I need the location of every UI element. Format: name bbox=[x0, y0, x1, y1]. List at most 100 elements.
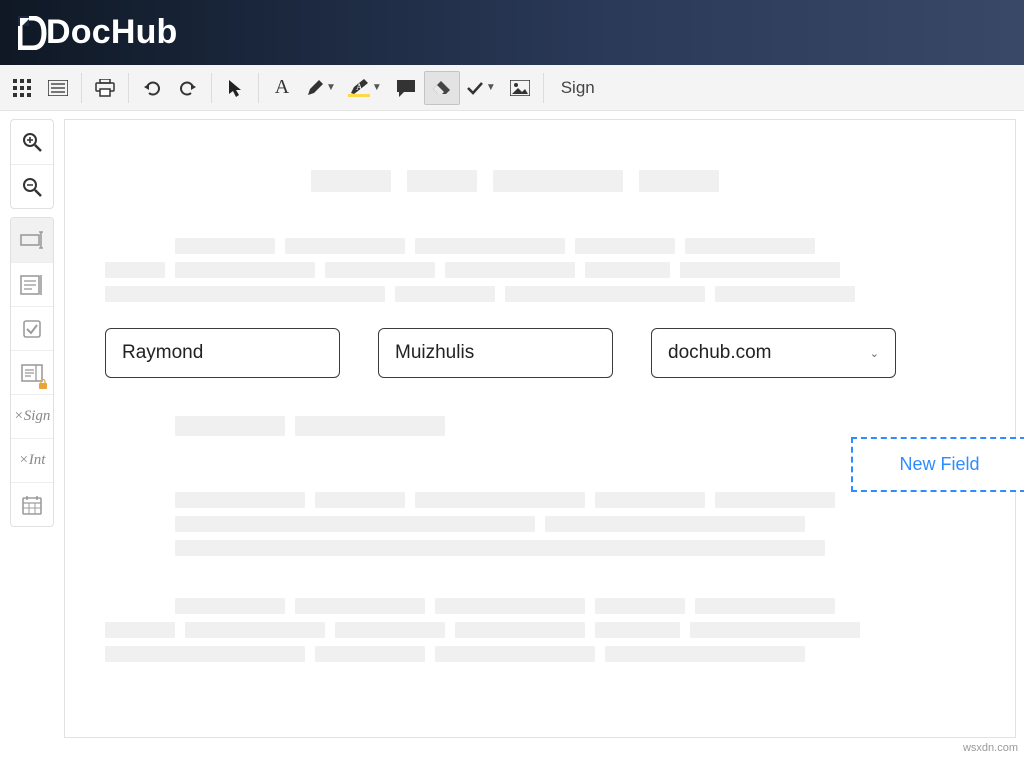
placeholder-text bbox=[715, 286, 855, 302]
sign-label: Sign bbox=[561, 78, 595, 98]
placeholder-text bbox=[175, 492, 305, 508]
checkbox-field-button[interactable] bbox=[11, 306, 53, 350]
draw-tool-button[interactable]: ▼ bbox=[300, 71, 342, 105]
highlight-tool-button[interactable]: A ▼ bbox=[342, 71, 388, 105]
first-name-field[interactable]: Raymond bbox=[105, 328, 340, 378]
print-button[interactable] bbox=[87, 71, 123, 105]
zoom-group bbox=[10, 119, 54, 209]
zoom-out-icon bbox=[22, 177, 42, 197]
chevron-down-icon: ⌄ bbox=[870, 347, 879, 360]
chevron-down-icon: ▼ bbox=[372, 82, 382, 93]
undo-button[interactable] bbox=[134, 71, 170, 105]
cursor-icon bbox=[227, 79, 243, 97]
placeholder-text bbox=[585, 262, 670, 278]
left-sidebar: ×Sign ×Int bbox=[0, 111, 64, 738]
placeholder-text bbox=[639, 170, 719, 192]
placeholder-text bbox=[175, 598, 285, 614]
calendar-icon bbox=[22, 495, 42, 515]
paragraph-placeholder bbox=[105, 492, 925, 508]
watermark: wsxdn.com bbox=[963, 742, 1018, 754]
placeholder-text bbox=[295, 416, 445, 436]
app-header: DocHub bbox=[0, 0, 1024, 65]
zoom-in-button[interactable] bbox=[11, 120, 53, 164]
placeholder-text bbox=[505, 286, 705, 302]
placeholder-text bbox=[493, 170, 623, 192]
app-logo: DocHub bbox=[18, 13, 178, 52]
title-row bbox=[105, 170, 925, 192]
signature-icon: ×Sign bbox=[14, 408, 51, 425]
pencil-icon bbox=[306, 79, 324, 97]
placeholder-text bbox=[595, 598, 685, 614]
new-field-label: New Field bbox=[899, 454, 979, 475]
initials-icon: ×Int bbox=[19, 452, 46, 469]
print-icon bbox=[95, 79, 115, 97]
image-tool-button[interactable] bbox=[502, 71, 538, 105]
chevron-down-icon: ▼ bbox=[486, 82, 496, 93]
placeholder-text bbox=[105, 262, 165, 278]
last-name-field[interactable]: Muizhulis bbox=[378, 328, 613, 378]
grid-icon bbox=[13, 79, 31, 97]
fields-group: ×Sign ×Int bbox=[10, 217, 54, 527]
placeholder-text bbox=[445, 262, 575, 278]
separator bbox=[81, 73, 82, 103]
paragraph-field-icon bbox=[20, 275, 44, 295]
zoom-in-icon bbox=[22, 132, 42, 152]
logo-text: DocHub bbox=[46, 13, 178, 52]
placeholder-text bbox=[311, 170, 391, 192]
placeholder-text bbox=[175, 516, 535, 532]
chevron-down-icon: ▼ bbox=[326, 82, 336, 93]
text-field-button[interactable] bbox=[11, 218, 53, 262]
redo-button[interactable] bbox=[170, 71, 206, 105]
placeholder-text bbox=[415, 492, 585, 508]
placeholder-text bbox=[285, 238, 405, 254]
lock-icon bbox=[38, 379, 48, 389]
signature-field-button[interactable]: ×Sign bbox=[11, 394, 53, 438]
placeholder-text bbox=[315, 646, 425, 662]
placeholder-text bbox=[335, 622, 445, 638]
paragraph-placeholder bbox=[105, 238, 925, 254]
placeholder-text bbox=[175, 262, 315, 278]
text-tool-button[interactable]: A bbox=[264, 71, 300, 105]
eraser-icon bbox=[432, 80, 452, 96]
apps-grid-button[interactable] bbox=[4, 71, 40, 105]
document-page[interactable]: Raymond Muizhulis dochub.com ⌄ bbox=[64, 119, 1016, 738]
checkbox-icon bbox=[23, 320, 41, 338]
paragraph-placeholder bbox=[105, 416, 925, 436]
placeholder-text bbox=[105, 286, 385, 302]
separator bbox=[211, 73, 212, 103]
paragraph-placeholder bbox=[105, 622, 925, 662]
placeholder-text bbox=[395, 286, 495, 302]
placeholder-text bbox=[295, 598, 425, 614]
sign-button[interactable]: Sign bbox=[549, 71, 607, 105]
placeholder-text bbox=[415, 238, 565, 254]
placeholder-text bbox=[185, 622, 325, 638]
separator bbox=[128, 73, 129, 103]
placeholder-text bbox=[315, 492, 405, 508]
form-field-row: Raymond Muizhulis dochub.com ⌄ bbox=[105, 328, 925, 378]
date-field-button[interactable] bbox=[11, 482, 53, 526]
whiteout-tool-button[interactable] bbox=[424, 71, 460, 105]
separator bbox=[258, 73, 259, 103]
zoom-out-button[interactable] bbox=[11, 164, 53, 208]
domain-dropdown-field[interactable]: dochub.com ⌄ bbox=[651, 328, 896, 378]
initials-field-button[interactable]: ×Int bbox=[11, 438, 53, 482]
page-view-button[interactable] bbox=[40, 71, 76, 105]
document-canvas-wrap: Raymond Muizhulis dochub.com ⌄ bbox=[64, 111, 1024, 738]
select-tool-button[interactable] bbox=[217, 71, 253, 105]
paragraph-field-button[interactable] bbox=[11, 262, 53, 306]
placeholder-text bbox=[455, 622, 585, 638]
new-field-floating[interactable]: New Field bbox=[851, 437, 1024, 492]
comment-tool-button[interactable] bbox=[388, 71, 424, 105]
placeholder-text bbox=[175, 416, 285, 436]
comment-icon bbox=[396, 79, 416, 97]
placeholder-text bbox=[407, 170, 477, 192]
placeholder-text bbox=[105, 646, 305, 662]
placeholder-text bbox=[690, 622, 860, 638]
stamp-tool-button[interactable]: ▼ bbox=[460, 71, 502, 105]
placeholder-text bbox=[175, 540, 825, 556]
dropdown-field-button[interactable] bbox=[11, 350, 53, 394]
paragraph-placeholder bbox=[105, 598, 925, 614]
text-a-icon: A bbox=[275, 76, 289, 99]
redo-icon bbox=[179, 79, 197, 97]
svg-text:A: A bbox=[356, 82, 363, 92]
